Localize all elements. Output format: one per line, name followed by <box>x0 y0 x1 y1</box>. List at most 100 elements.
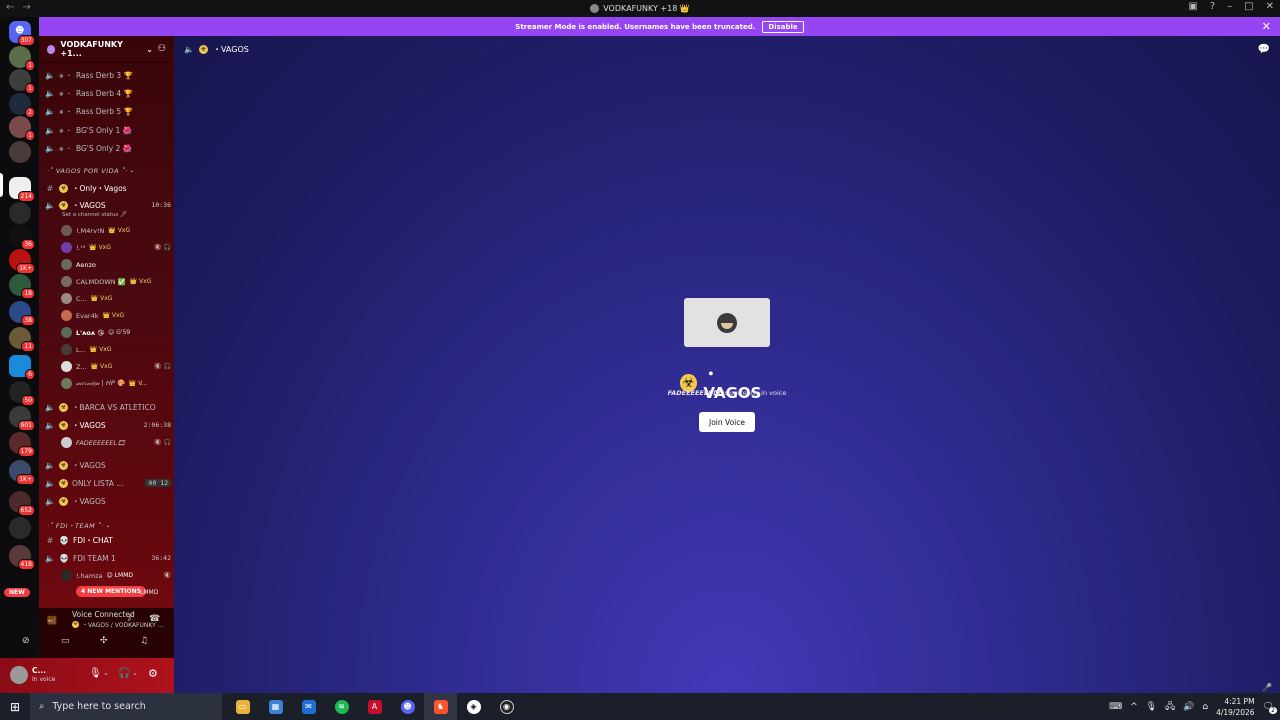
direct-messages-icon[interactable]: ☻ 307 <box>9 21 35 46</box>
close-button[interactable]: ✕ <box>1266 1 1274 12</box>
chevron-down-icon[interactable]: ⌄ <box>103 669 109 677</box>
server-icon[interactable]: 1 <box>9 46 35 71</box>
voice-channel[interactable]: 🔈 ❄ ・ Rass Derb 4 🏆 <box>45 85 171 101</box>
inbox-icon[interactable]: ▣ <box>1188 1 1197 12</box>
server-header[interactable]: VODKAFUNKY +1... ⌄ ⚇ <box>39 36 174 63</box>
voice-user[interactable]: L... 👑 VxG <box>61 342 171 357</box>
server-icon[interactable] <box>9 202 31 224</box>
server-icon[interactable]: 1K+ <box>9 460 35 485</box>
voice-user-card[interactable] <box>684 298 770 347</box>
voice-channel[interactable]: 🔈 ❄ ・ BG'S Only 2 🌺 <box>45 140 171 156</box>
voice-user[interactable]: !.M4rv!N 👑 VxG <box>61 223 171 238</box>
voice-connected-title[interactable]: Voice Connected <box>72 610 135 619</box>
server-icon[interactable]: 418 <box>9 545 35 570</box>
category-vagos[interactable]: ·˚ VAGOS POR VIDA ˚· ˖ <box>47 167 134 175</box>
help-icon[interactable]: ? <box>1210 1 1215 12</box>
server-icon[interactable]: 2 <box>9 93 35 118</box>
server-icon[interactable]: 18 <box>9 274 35 299</box>
clock[interactable]: 4:21 PM 4/19/2026 <box>1216 696 1254 718</box>
avatar[interactable] <box>10 666 28 684</box>
voice-user[interactable]: Evar4k 👑 VxG <box>61 308 171 323</box>
keyboard-icon[interactable]: ⌨ <box>1109 702 1122 712</box>
voice-channel[interactable]: 🔈 ☣ ・BARCA VS ATLETICO <box>45 399 171 415</box>
chevron-up-icon[interactable]: ^ <box>1130 702 1138 712</box>
nav-arrows[interactable]: ← → <box>6 2 31 13</box>
discord-icon[interactable]: ☻ <box>391 693 424 720</box>
server-icon[interactable] <box>9 141 31 163</box>
server-icon[interactable]: 6 <box>9 355 35 380</box>
windows-start-icon[interactable]: ⊞ <box>0 693 30 720</box>
close-banner-icon[interactable]: ✕ <box>1262 20 1271 33</box>
voice-user[interactable]: CALMDOWN ✅ 👑 VxG <box>61 274 171 289</box>
network-icon[interactable]: 🖧 <box>1165 699 1175 715</box>
voice-channel[interactable]: 🔈 ❄ ・ BG'S Only 1 🌺 <box>45 122 171 138</box>
taskbar-search[interactable]: ⌕ Type here to search <box>30 693 222 720</box>
voice-channel[interactable]: 🔈 ☣ ・VAGOS 2:06:38 <box>45 417 171 433</box>
forward-arrow-icon[interactable]: → <box>22 2 30 13</box>
server-icon[interactable]: 36 <box>9 225 35 250</box>
gear-icon[interactable]: ⚙ <box>148 667 158 680</box>
server-icon[interactable]: 50 <box>9 381 35 406</box>
server-icon[interactable]: 901 <box>9 406 35 431</box>
server-icon[interactable]: 1K+ <box>9 249 35 274</box>
spotify-icon[interactable]: ≋ <box>325 693 358 720</box>
voice-channel[interactable]: 🔈 ☣ ・VAGOS 10:36 <box>45 197 171 213</box>
server-icon[interactable]: 38 <box>9 301 35 326</box>
obs-icon[interactable]: ◉ <box>490 693 523 720</box>
new-mentions-button[interactable]: 4 NEW MENTIONS <box>76 586 146 597</box>
voice-channel[interactable]: 🔈 ☣ ・VAGOS <box>45 493 171 509</box>
headphones-icon[interactable]: 🎧 <box>118 668 130 679</box>
voice-user[interactable]: FADEEEEEEL🎞 🔇 🎧 <box>61 435 171 450</box>
channel-status[interactable]: Set a channel status 🖊 <box>62 212 127 218</box>
disable-streamer-button[interactable]: Disable <box>762 20 804 33</box>
voice-user[interactable]: Z... 👑 VxG 🔇 🎧 <box>61 359 171 374</box>
back-arrow-icon[interactable]: ← <box>6 2 14 13</box>
language-icon[interactable]: ⌂ <box>1202 702 1208 712</box>
voice-user[interactable]: !.ᵗ⁹ 👑 VxG 🔇 🎧 <box>61 240 171 255</box>
text-channel[interactable]: # 💀 FDI・CHAT <box>45 532 171 548</box>
volume-icon[interactable]: 🔊 <box>1183 702 1194 712</box>
new-unreads-pill[interactable]: NEW <box>4 588 30 597</box>
video-off-icon[interactable]: ⊘ <box>22 636 30 646</box>
chevron-down-icon[interactable]: ⌄ <box>132 669 138 677</box>
soundboard-icon[interactable]: ♫ <box>140 636 148 646</box>
server-icon[interactable]: 11 <box>9 327 35 352</box>
server-icon-active[interactable]: 214 <box>9 177 35 202</box>
microphone-icon[interactable]: 🎙 <box>89 668 102 679</box>
voice-user[interactable]: Aenzo <box>61 257 171 272</box>
noise-suppression-icon[interactable]: ⫽ <box>128 614 132 624</box>
voice-channel[interactable]: 🔈 ❄ ・ Rass Derb 3 🏆 <box>45 67 171 83</box>
server-icon[interactable]: 1 <box>9 116 35 141</box>
chat-bubble-icon[interactable]: 💬 <box>1258 44 1270 55</box>
voice-user[interactable]: 𝓂𝑒𝓇𝓃𝒾𝑔𝒶 | HP 🎨 👑 V... <box>61 376 171 391</box>
maximize-button[interactable]: □ <box>1244 1 1253 12</box>
microphone-icon[interactable]: 🎙 <box>1146 702 1157 712</box>
disconnect-icon[interactable]: ☎ <box>149 614 160 624</box>
category-fdi[interactable]: ·˚ FDI・TEAM ˚· ˖ <box>47 520 110 530</box>
voice-channel[interactable]: 🔈 ☣ ONLY LISTA ... 00 12 <box>45 475 171 491</box>
file-explorer-icon[interactable]: ▭ <box>226 693 259 720</box>
voice-user[interactable]: L'ᴀᴏᴀ 😘 ☺ G'59 <box>61 325 171 340</box>
voice-user[interactable]: C... 👑 VxG <box>61 291 171 306</box>
voice-user[interactable]: !.hamza 😊 LMMD 🔇 <box>61 568 171 583</box>
acrobat-icon[interactable]: A <box>358 693 391 720</box>
minimize-button[interactable]: – <box>1227 1 1232 12</box>
brave-icon[interactable]: ♞ <box>424 693 457 720</box>
screen-share-icon[interactable]: ▭ <box>61 636 70 646</box>
notification-icon[interactable]: 🗨 2 <box>1263 702 1277 714</box>
activities-icon[interactable]: ✣ <box>100 636 108 646</box>
server-icon[interactable]: 1 <box>9 69 35 94</box>
voice-channel[interactable]: 🔈 ☣ ・VAGOS <box>45 457 171 473</box>
text-channel[interactable]: # ☣ ・Only・Vagos <box>45 180 171 196</box>
signal-strength-icon[interactable]: ⌁ <box>47 616 52 625</box>
join-voice-button[interactable]: Join Voice <box>699 412 755 432</box>
app-icon[interactable]: ◈ <box>457 693 490 720</box>
add-member-icon[interactable]: ⚇ <box>158 44 166 54</box>
voice-channel[interactable]: 🔈 ❄ ・ Rass Derb 5 🏆 <box>45 103 171 119</box>
server-icon[interactable] <box>9 517 31 539</box>
server-icon[interactable]: 652 <box>9 491 35 516</box>
store-icon[interactable]: ▦ <box>259 693 292 720</box>
mail-icon[interactable]: ✉ <box>292 693 325 720</box>
server-icon[interactable]: 179 <box>9 432 35 457</box>
voice-channel[interactable]: 🔈 💀 FDI TEAM 1 36:42 <box>45 550 171 566</box>
